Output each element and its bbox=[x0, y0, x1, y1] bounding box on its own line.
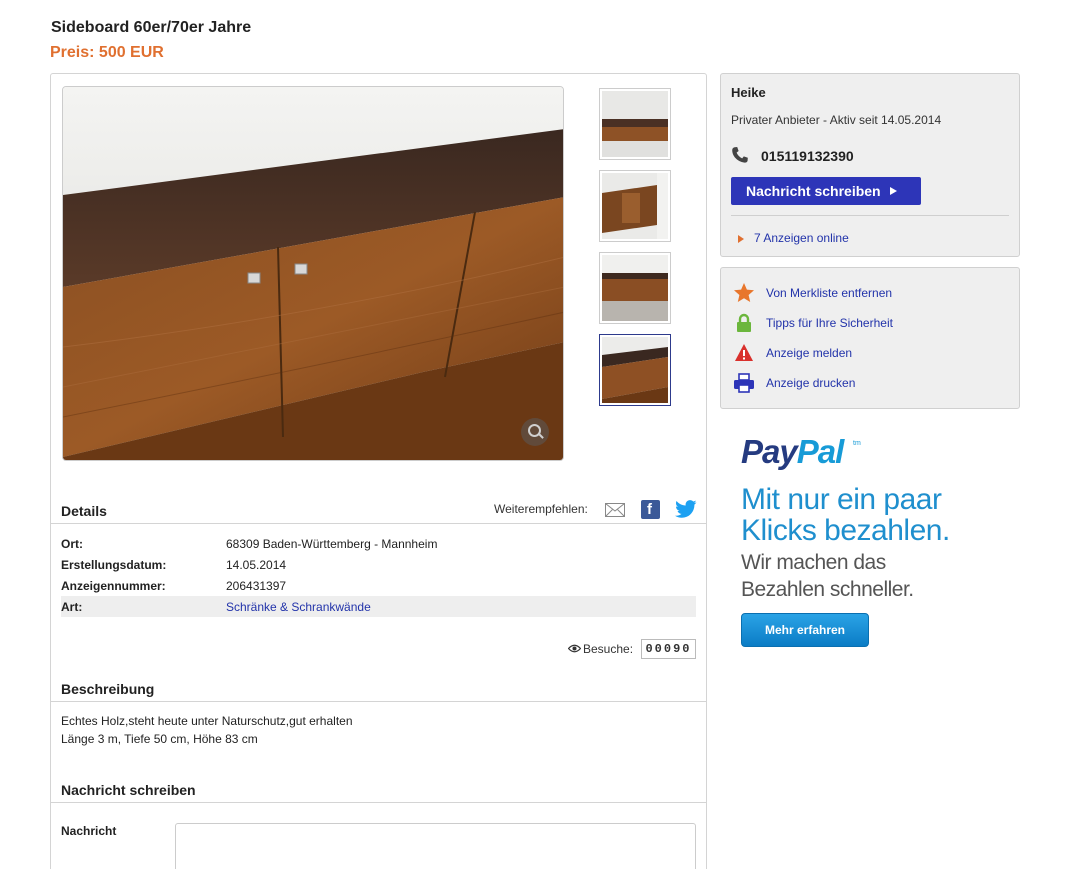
watchlist-remove-label: Von Merkliste entfernen bbox=[766, 286, 893, 300]
thumbnail-3-image bbox=[602, 255, 668, 321]
contact-form-header: Nachricht schreiben bbox=[51, 774, 706, 803]
thumbnail-2-image bbox=[602, 173, 668, 239]
star-icon bbox=[734, 283, 754, 302]
detail-row-ad-number: Anzeigennummer: 206431397 bbox=[61, 575, 696, 596]
listing-main-panel: Details Weiterempfehlen: f Ort: 68309 Ba… bbox=[50, 73, 707, 869]
paypal-sub-1: Wir machen das bbox=[741, 551, 886, 574]
detail-key: Erstellungsdatum: bbox=[61, 558, 167, 572]
detail-value: 14.05.2014 bbox=[226, 558, 287, 572]
listing-title: Sideboard 60er/70er Jahre bbox=[51, 19, 252, 36]
facebook-share-icon[interactable]: f bbox=[641, 500, 660, 519]
thumbnail-4-image bbox=[602, 337, 668, 403]
message-label: Nachricht bbox=[61, 824, 117, 838]
detail-value: 206431397 bbox=[226, 579, 287, 593]
description-heading: Beschreibung bbox=[61, 681, 155, 697]
eye-icon bbox=[568, 644, 581, 653]
report-ad-action[interactable]: Anzeige melden bbox=[733, 342, 1013, 364]
detail-row-category: Art: Schränke & Schrankwände bbox=[61, 596, 696, 617]
seller-name: Heike bbox=[731, 85, 766, 100]
seller-divider bbox=[731, 215, 1009, 216]
detail-value: 68309 Baden-Württemberg - Mannheim bbox=[226, 537, 438, 551]
safety-tips-label: Tipps für Ihre Sicherheit bbox=[766, 316, 893, 330]
report-ad-label: Anzeige melden bbox=[766, 346, 853, 360]
print-ad-action[interactable]: Anzeige drucken bbox=[733, 372, 1013, 394]
paypal-learn-more-button[interactable]: Mehr erfahren bbox=[741, 613, 869, 647]
detail-key: Art: bbox=[61, 600, 83, 614]
seller-since: Privater Anbieter - Aktiv seit 14.05.201… bbox=[731, 113, 942, 127]
ads-arrow-icon bbox=[738, 235, 744, 243]
sideboard-photo bbox=[63, 87, 563, 460]
paypal-sub-2: Bezahlen schneller. bbox=[741, 578, 914, 601]
paypal-headline-2: Klicks bezahlen. bbox=[741, 514, 950, 547]
zoom-icon[interactable] bbox=[521, 418, 549, 446]
print-ad-label: Anzeige drucken bbox=[766, 376, 856, 390]
write-message-button[interactable]: Nachricht schreiben bbox=[731, 177, 921, 205]
paypal-trademark: tm bbox=[853, 440, 861, 447]
description-section-header: Beschreibung bbox=[51, 672, 706, 702]
visits-label: Besuche: bbox=[583, 642, 634, 656]
seller-phone[interactable]: 015119132390 bbox=[761, 148, 854, 164]
paypal-logo-pay: Pay bbox=[741, 433, 798, 470]
seller-panel: Heike Privater Anbieter - Aktiv seit 14.… bbox=[720, 73, 1020, 257]
thumbnail-3[interactable] bbox=[599, 252, 671, 324]
thumbnail-1-image bbox=[602, 91, 668, 157]
write-message-button-label: Nachricht schreiben bbox=[746, 183, 881, 199]
watchlist-remove-action[interactable]: Von Merkliste entfernen bbox=[733, 282, 1013, 304]
warning-icon bbox=[735, 344, 753, 361]
ads-online-link[interactable]: 7 Anzeigen online bbox=[754, 231, 849, 245]
phone-icon bbox=[732, 147, 748, 163]
description-line-1: Echtes Holz,steht heute unter Naturschut… bbox=[61, 714, 353, 728]
paypal-headline-1: Mit nur ein paar bbox=[741, 483, 942, 516]
detail-key: Anzeigennummer: bbox=[61, 579, 166, 593]
category-link[interactable]: Schränke & Schrankwände bbox=[226, 600, 371, 614]
safety-tips-action[interactable]: Tipps für Ihre Sicherheit bbox=[733, 312, 1013, 334]
visits-counter: 00090 bbox=[641, 639, 696, 659]
thumbnail-2[interactable] bbox=[599, 170, 671, 242]
message-textarea[interactable] bbox=[175, 823, 696, 869]
details-heading: Details bbox=[61, 503, 107, 519]
share-label: Weiterempfehlen: bbox=[494, 502, 588, 516]
thumbnail-4-selected[interactable] bbox=[599, 334, 671, 406]
twitter-share-icon[interactable] bbox=[675, 500, 697, 519]
detail-row-location: Ort: 68309 Baden-Württemberg - Mannheim bbox=[61, 533, 696, 554]
play-arrow-icon bbox=[889, 187, 897, 196]
detail-row-created: Erstellungsdatum: 14.05.2014 bbox=[61, 554, 696, 575]
paypal-logo-pal: Pal bbox=[796, 433, 845, 470]
listing-price: Preis: 500 EUR bbox=[50, 44, 164, 61]
lock-icon bbox=[737, 313, 751, 332]
thumbnail-1[interactable] bbox=[599, 88, 671, 160]
paypal-logo[interactable]: PayPal bbox=[741, 433, 845, 471]
actions-panel: Von Merkliste entfernen Tipps für Ihre S… bbox=[720, 267, 1020, 409]
mail-share-icon[interactable] bbox=[605, 503, 625, 517]
description-line-2: Länge 3 m, Tiefe 50 cm, Höhe 83 cm bbox=[61, 732, 258, 746]
contact-form-heading: Nachricht schreiben bbox=[61, 782, 196, 798]
detail-key: Ort: bbox=[61, 537, 83, 551]
printer-icon bbox=[734, 373, 754, 393]
main-photo[interactable] bbox=[62, 86, 564, 461]
